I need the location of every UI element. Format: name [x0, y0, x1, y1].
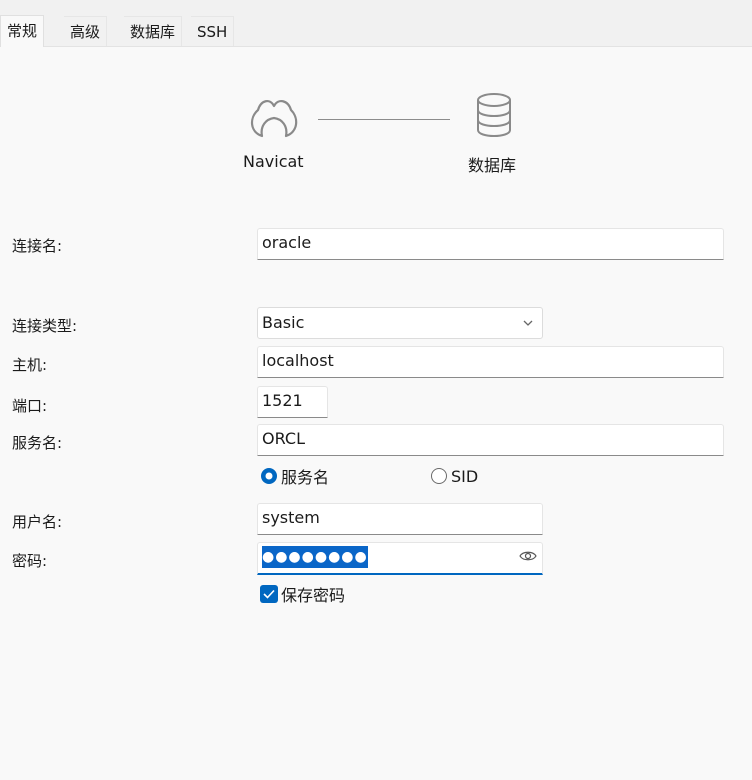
diagram-label-database: 数据库 — [468, 156, 517, 175]
radio-selected-icon — [260, 467, 278, 485]
diagram-label-navicat: Navicat — [243, 152, 304, 171]
tab-database[interactable]: 数据库 — [124, 16, 183, 46]
connection-type-value: Basic — [262, 313, 305, 332]
connection-name-input[interactable]: oracle — [257, 228, 724, 260]
connection-name-label: 连接名: — [12, 237, 63, 255]
radio-sid-label: SID — [451, 466, 479, 486]
port-input[interactable]: 1521 — [257, 386, 328, 418]
username-input[interactable]: system — [257, 503, 543, 535]
save-password-label: 保存密码 — [281, 586, 346, 605]
connection-type-select[interactable]: Basic — [257, 307, 543, 339]
port-label: 端口: — [12, 397, 48, 415]
tab-bar: 常规 高级 数据库 SSH — [0, 0, 752, 47]
radio-unselected-icon — [430, 467, 448, 485]
host-label: 主机: — [12, 356, 48, 374]
tab-advanced[interactable]: 高级 — [64, 16, 108, 46]
eye-icon[interactable] — [519, 549, 537, 567]
database-icon — [474, 92, 514, 142]
checkbox-checked-icon — [260, 585, 278, 603]
connection-type-label: 连接类型: — [12, 317, 78, 335]
username-label: 用户名: — [12, 513, 63, 531]
password-value-selected: ●●●●●●●●● — [262, 546, 368, 568]
chevron-down-icon — [522, 308, 534, 348]
radio-service-name[interactable]: 服务名 — [260, 463, 329, 489]
navicat-logo-icon — [248, 92, 300, 142]
radio-sid[interactable]: SID — [430, 463, 478, 489]
password-label: 密码: — [12, 552, 48, 570]
tab-general[interactable]: 常规 — [0, 15, 45, 47]
host-input[interactable]: localhost — [257, 346, 724, 378]
service-name-input[interactable]: ORCL — [257, 424, 724, 456]
save-password-checkbox[interactable]: 保存密码 — [260, 582, 345, 606]
radio-service-name-label: 服务名 — [281, 468, 330, 487]
connection-line — [318, 119, 450, 120]
service-name-label: 服务名: — [12, 434, 63, 452]
tab-ssh[interactable]: SSH — [191, 16, 235, 46]
